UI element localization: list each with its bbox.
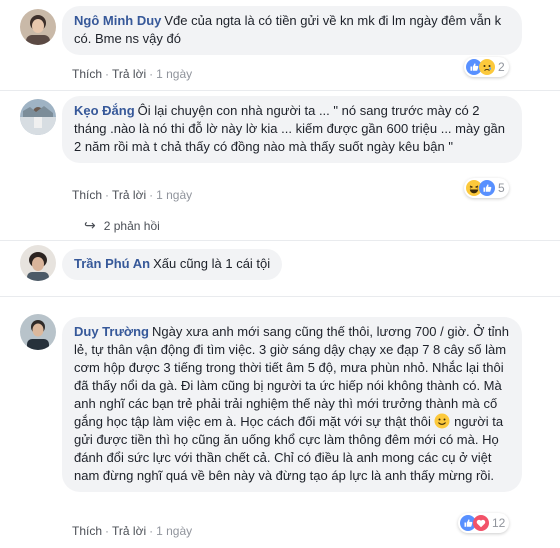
replies-count: 2 phản hồi: [103, 218, 160, 233]
reply-arrow-icon: ↪: [84, 217, 96, 233]
comment-bubble: Duy Trường Ngày xưa anh mới sang cũng thế…: [62, 317, 522, 492]
reactions-summary[interactable]: 5: [464, 178, 509, 198]
avatar[interactable]: [20, 245, 56, 281]
comment-bubble: Kẹo Đắng Ôi lại chuyện con nhà người ta .…: [62, 96, 522, 163]
sad-icon: [479, 59, 495, 75]
like-icon: [479, 180, 495, 196]
comment-bubble: Ngô Minh Duy Vđe của ngta là có tiền gửi …: [62, 6, 522, 55]
comment-text: Xấu cũng là 1 cái tội: [153, 256, 271, 271]
comment-1: Ngô Minh Duy Vđe của ngta là có tiền gửi …: [0, 0, 560, 90]
comment-actions: Thích · Trả lời · 1 ngày: [72, 67, 193, 81]
comment-2: Kẹo Đắng Ôi lại chuyện con nhà người ta .…: [0, 90, 560, 240]
avatar-photo: [20, 314, 56, 350]
comment-text: Ôi lại chuyện con nhà người ta ... " nó …: [74, 103, 506, 154]
avatar-photo: [20, 245, 56, 281]
avatar[interactable]: [20, 314, 56, 350]
avatar-photo: [20, 99, 56, 135]
reply-button[interactable]: Trả lời: [112, 524, 146, 538]
reaction-count: 12: [492, 516, 506, 530]
reactions-summary[interactable]: 12: [458, 513, 510, 533]
comment-3: Trần Phú An Xấu cũng là 1 cái tội: [0, 240, 560, 296]
like-button[interactable]: Thích: [72, 524, 102, 538]
reply-button[interactable]: Trả lời: [112, 67, 146, 81]
view-replies-link[interactable]: ↪ 2 phản hồi: [84, 217, 160, 234]
comment-author[interactable]: Trần Phú An: [74, 256, 150, 271]
comment-author[interactable]: Ngô Minh Duy: [74, 13, 161, 28]
comment-actions: Thích · Trả lời · 1 ngày: [72, 188, 193, 202]
avatar[interactable]: [20, 9, 56, 45]
comment-actions: Thích · Trả lời · 1 ngày: [72, 524, 193, 538]
comment-4: Duy Trường Ngày xưa anh mới sang cũng thế…: [0, 296, 560, 548]
comment-author[interactable]: Duy Trường: [74, 324, 149, 339]
reactions-summary[interactable]: 2: [464, 57, 509, 77]
comment-author[interactable]: Kẹo Đắng: [74, 103, 135, 118]
reply-button[interactable]: Trả lời: [112, 188, 146, 202]
love-icon: [473, 515, 489, 531]
smile-emoji-icon: [434, 413, 450, 429]
timestamp[interactable]: 1 ngày: [156, 67, 192, 81]
like-button[interactable]: Thích: [72, 188, 102, 202]
reaction-count: 2: [498, 60, 505, 74]
timestamp[interactable]: 1 ngày: [156, 524, 192, 538]
reaction-count: 5: [498, 181, 505, 195]
comment-bubble: Trần Phú An Xấu cũng là 1 cái tội: [62, 249, 283, 280]
avatar-photo: [20, 9, 56, 45]
avatar[interactable]: [20, 99, 56, 135]
timestamp[interactable]: 1 ngày: [156, 188, 192, 202]
like-button[interactable]: Thích: [72, 67, 102, 81]
